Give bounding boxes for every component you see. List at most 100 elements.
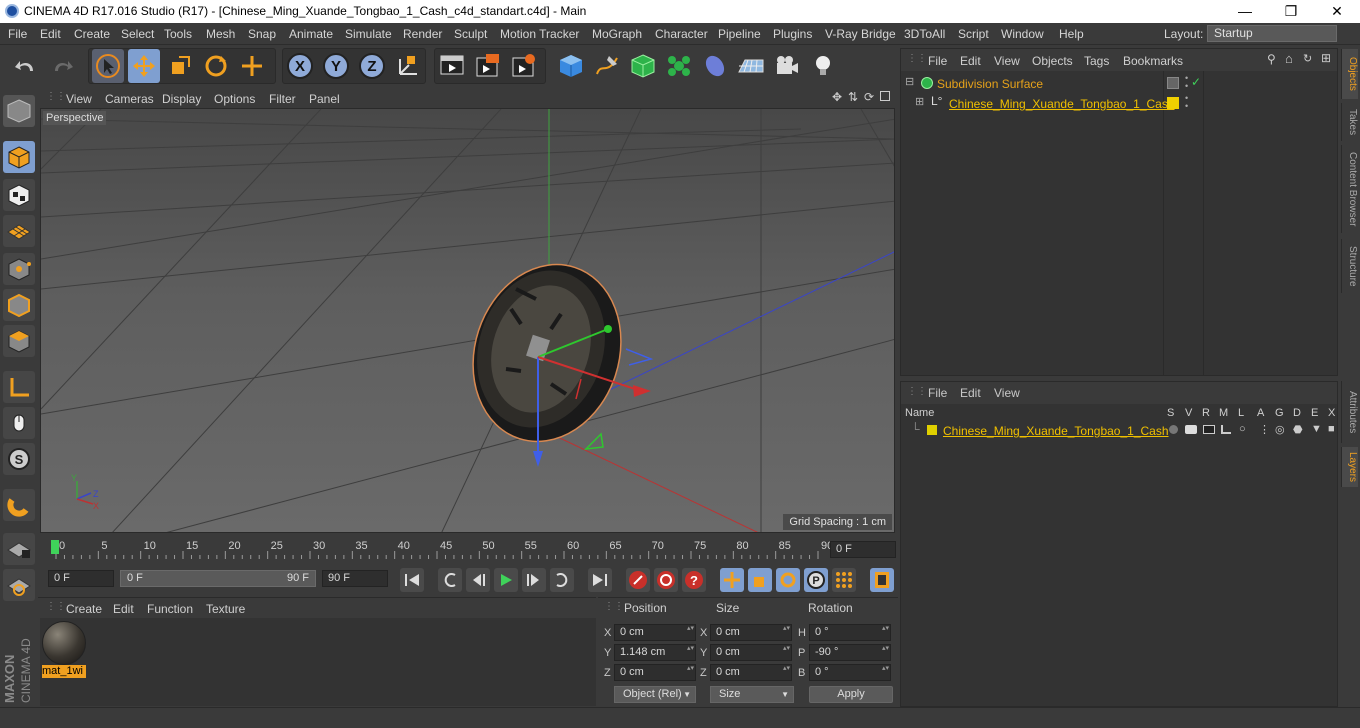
menu-tools[interactable]: Tools	[164, 27, 192, 41]
menu-simulate[interactable]: Simulate	[345, 27, 392, 41]
render-toggle-icon[interactable]	[1203, 425, 1215, 434]
pos-z-field[interactable]: 0 cm	[614, 664, 696, 681]
previous-frame-icon[interactable]	[466, 568, 490, 592]
make-editable-icon[interactable]	[3, 95, 35, 127]
spline-pen-icon[interactable]	[591, 49, 623, 83]
col-render[interactable]: R	[1202, 407, 1210, 419]
menu-mesh[interactable]: Mesh	[206, 27, 235, 41]
menu-vray-bridge[interactable]: V-Ray Bridge	[825, 27, 896, 41]
play-icon[interactable]	[494, 568, 518, 592]
rotate-tool-icon[interactable]	[200, 49, 232, 83]
material-menu-edit[interactable]: Edit	[113, 602, 134, 616]
key-pla-icon[interactable]	[832, 568, 856, 592]
live-selection-icon[interactable]	[92, 49, 124, 83]
search-icon[interactable]: ⚲	[1267, 52, 1276, 66]
timeline-end-field[interactable]: 0 F	[830, 541, 896, 558]
key-parameter-icon[interactable]: P	[804, 568, 828, 592]
generator-toggle-icon[interactable]: ◎	[1275, 423, 1285, 436]
col-manager[interactable]: M	[1219, 407, 1228, 419]
obj-menu-bookmarks[interactable]: Bookmarks	[1123, 54, 1183, 68]
polygons-mode-icon[interactable]	[3, 325, 35, 357]
tab-takes[interactable]: Takes	[1341, 103, 1358, 141]
size-y-field[interactable]: 0 cm	[710, 644, 792, 661]
tab-content-browser[interactable]: Content Browser	[1341, 145, 1358, 233]
menu-sculpt[interactable]: Sculpt	[454, 27, 487, 41]
render-settings-icon[interactable]	[508, 49, 540, 83]
object-row-subdivision-surface[interactable]: ⊟ Subdivision Surface • • ✓	[901, 74, 1337, 94]
coordinate-mode-dropdown[interactable]: Object (Rel) ▼	[614, 686, 696, 703]
menu-plugins[interactable]: Plugins	[773, 27, 812, 41]
viewport-move-icon[interactable]: ✥	[832, 90, 842, 104]
tab-layers[interactable]: Layers	[1341, 447, 1358, 487]
autokey-icon[interactable]	[654, 568, 678, 592]
size-z-field[interactable]: 0 cm	[710, 664, 792, 681]
floor-icon[interactable]	[735, 49, 767, 83]
playhead-marker[interactable]	[51, 540, 59, 554]
move-tool-icon[interactable]	[128, 49, 160, 83]
obj-menu-file[interactable]: File	[928, 54, 947, 68]
col-locked[interactable]: L	[1238, 407, 1244, 419]
size-mode-dropdown[interactable]: Size ▼	[710, 686, 794, 703]
menu-create[interactable]: Create	[74, 27, 110, 41]
model-mode-icon[interactable]	[3, 141, 35, 173]
obj-menu-tags[interactable]: Tags	[1084, 54, 1109, 68]
key-scale-icon[interactable]	[748, 568, 772, 592]
xref-toggle-icon[interactable]: ■	[1328, 423, 1335, 435]
render-to-picture-viewer-icon[interactable]	[472, 49, 504, 83]
cloner-icon[interactable]	[663, 49, 695, 83]
record-active-icon[interactable]	[626, 568, 650, 592]
deformer-toggle-icon[interactable]: ⬣	[1293, 423, 1303, 436]
rot-p-field[interactable]: -90 °	[809, 644, 891, 661]
menu-edit[interactable]: Edit	[40, 27, 61, 41]
viewport-menu-view[interactable]: View	[66, 92, 92, 106]
col-generators[interactable]: G	[1275, 407, 1284, 419]
add-tool-icon[interactable]	[236, 49, 268, 83]
viewport-maximize-icon[interactable]	[880, 91, 890, 101]
snap-magnet-icon[interactable]	[3, 489, 35, 521]
enable-snap-icon[interactable]	[3, 533, 35, 565]
camera-icon[interactable]	[771, 49, 803, 83]
back-icon[interactable]: ↻	[1303, 52, 1312, 65]
collapse-icon[interactable]: ⊟	[905, 75, 914, 88]
col-solo[interactable]: S	[1167, 407, 1174, 419]
texture-mode-icon[interactable]	[3, 179, 35, 211]
x-axis-lock-icon[interactable]: X	[284, 49, 316, 83]
viewport-menu-panel[interactable]: Panel	[309, 92, 340, 106]
new-view-icon[interactable]: ⊞	[1321, 51, 1331, 65]
menu-mograph[interactable]: MoGraph	[592, 27, 642, 41]
timeline-ruler[interactable]: 0 5 10 15 20 25 30 35 40 45 50 55 60 65 70 75 80 85 90 0 F	[40, 537, 896, 561]
layer-color-swatch[interactable]	[1167, 97, 1179, 109]
goto-end-icon[interactable]	[588, 568, 612, 592]
goto-start-icon[interactable]	[400, 568, 424, 592]
viewport-menu-filter[interactable]: Filter	[269, 92, 296, 106]
pos-y-field[interactable]: 1.148 cm	[614, 644, 696, 661]
visibility-dots-icon[interactable]: • •	[1185, 94, 1188, 111]
render-view-icon[interactable]	[436, 49, 468, 83]
viewport-rotate-icon[interactable]: ⟳	[864, 90, 874, 104]
menu-file[interactable]: File	[8, 27, 27, 41]
viewport-menu-cameras[interactable]: Cameras	[105, 92, 154, 106]
next-frame-icon[interactable]	[522, 568, 546, 592]
layout-select[interactable]: Startup	[1207, 25, 1337, 42]
solo-icon[interactable]: S	[3, 443, 35, 475]
points-mode-icon[interactable]	[3, 253, 35, 285]
axis-mode-icon[interactable]	[3, 371, 35, 403]
workplane-icon[interactable]	[3, 215, 35, 247]
z-axis-lock-icon[interactable]: Z	[356, 49, 388, 83]
col-xref[interactable]: X	[1328, 407, 1335, 419]
manager-toggle-icon[interactable]	[1221, 425, 1231, 434]
world-coordinates-icon[interactable]	[392, 49, 424, 83]
subdivision-surface-icon[interactable]	[627, 49, 659, 83]
scale-tool-icon[interactable]	[164, 49, 196, 83]
menu-window[interactable]: Window	[1001, 27, 1044, 41]
material-menu-function[interactable]: Function	[147, 602, 193, 616]
layer-menu-file[interactable]: File	[928, 386, 947, 400]
material-menu-create[interactable]: Create	[66, 602, 102, 616]
material-menu-texture[interactable]: Texture	[206, 602, 245, 616]
menu-character[interactable]: Character	[655, 27, 708, 41]
col-expressions[interactable]: E	[1311, 407, 1318, 419]
col-name[interactable]: Name	[905, 407, 934, 419]
menu-script[interactable]: Script	[958, 27, 989, 41]
col-view[interactable]: V	[1185, 407, 1192, 419]
maximize-button[interactable]: ❐	[1268, 0, 1314, 23]
